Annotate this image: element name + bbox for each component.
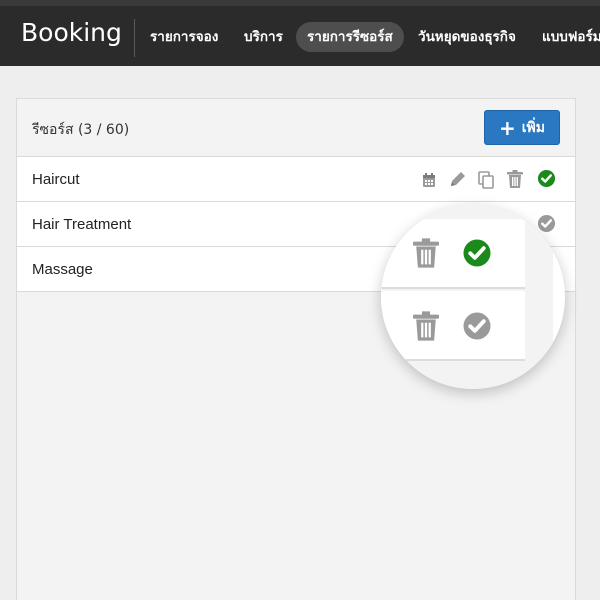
nav-item-resources[interactable]: รายการรีซอร์ส [296, 22, 404, 52]
add-resource-button[interactable]: + เพิ่ม [484, 110, 560, 145]
nav-item-forms[interactable]: แบบฟอร์ม [531, 22, 600, 52]
trash-icon[interactable] [507, 170, 523, 193]
trash-icon [413, 238, 439, 273]
enabled-check-icon[interactable] [537, 169, 556, 193]
top-navbar: Booking รายการจอง บริการ รายการรีซอร์ส ว… [0, 0, 600, 66]
nav-item-services[interactable]: บริการ [233, 22, 294, 52]
brand-divider [134, 19, 135, 57]
add-resource-label: เพิ่ม [521, 119, 545, 136]
magnified-panel [381, 205, 553, 389]
nav-item-bookings[interactable]: รายการจอง [139, 22, 229, 52]
resource-name: Massage [32, 261, 93, 278]
magnifier-callout [381, 205, 565, 389]
app-title[interactable]: Booking [21, 18, 122, 47]
plus-icon: + [498, 115, 516, 140]
magnified-row-disabled [381, 291, 525, 361]
panel-title: รีซอร์ส (3 / 60) [32, 122, 130, 138]
calendar-icon[interactable] [422, 172, 436, 193]
edit-icon[interactable] [449, 170, 467, 193]
panel-header: รีซอร์ส (3 / 60) + เพิ่ม [17, 99, 575, 157]
enabled-check-icon [462, 238, 492, 273]
resource-name: Haircut [32, 171, 80, 188]
resource-name: Hair Treatment [32, 216, 132, 233]
nav-item-holidays[interactable]: วันหยุดของธุรกิจ [407, 22, 527, 52]
magnified-row-enabled [381, 219, 525, 289]
trash-icon [413, 311, 439, 346]
disabled-check-icon [462, 311, 492, 346]
copy-icon[interactable] [478, 171, 494, 194]
resource-row[interactable]: Haircut [17, 157, 575, 202]
